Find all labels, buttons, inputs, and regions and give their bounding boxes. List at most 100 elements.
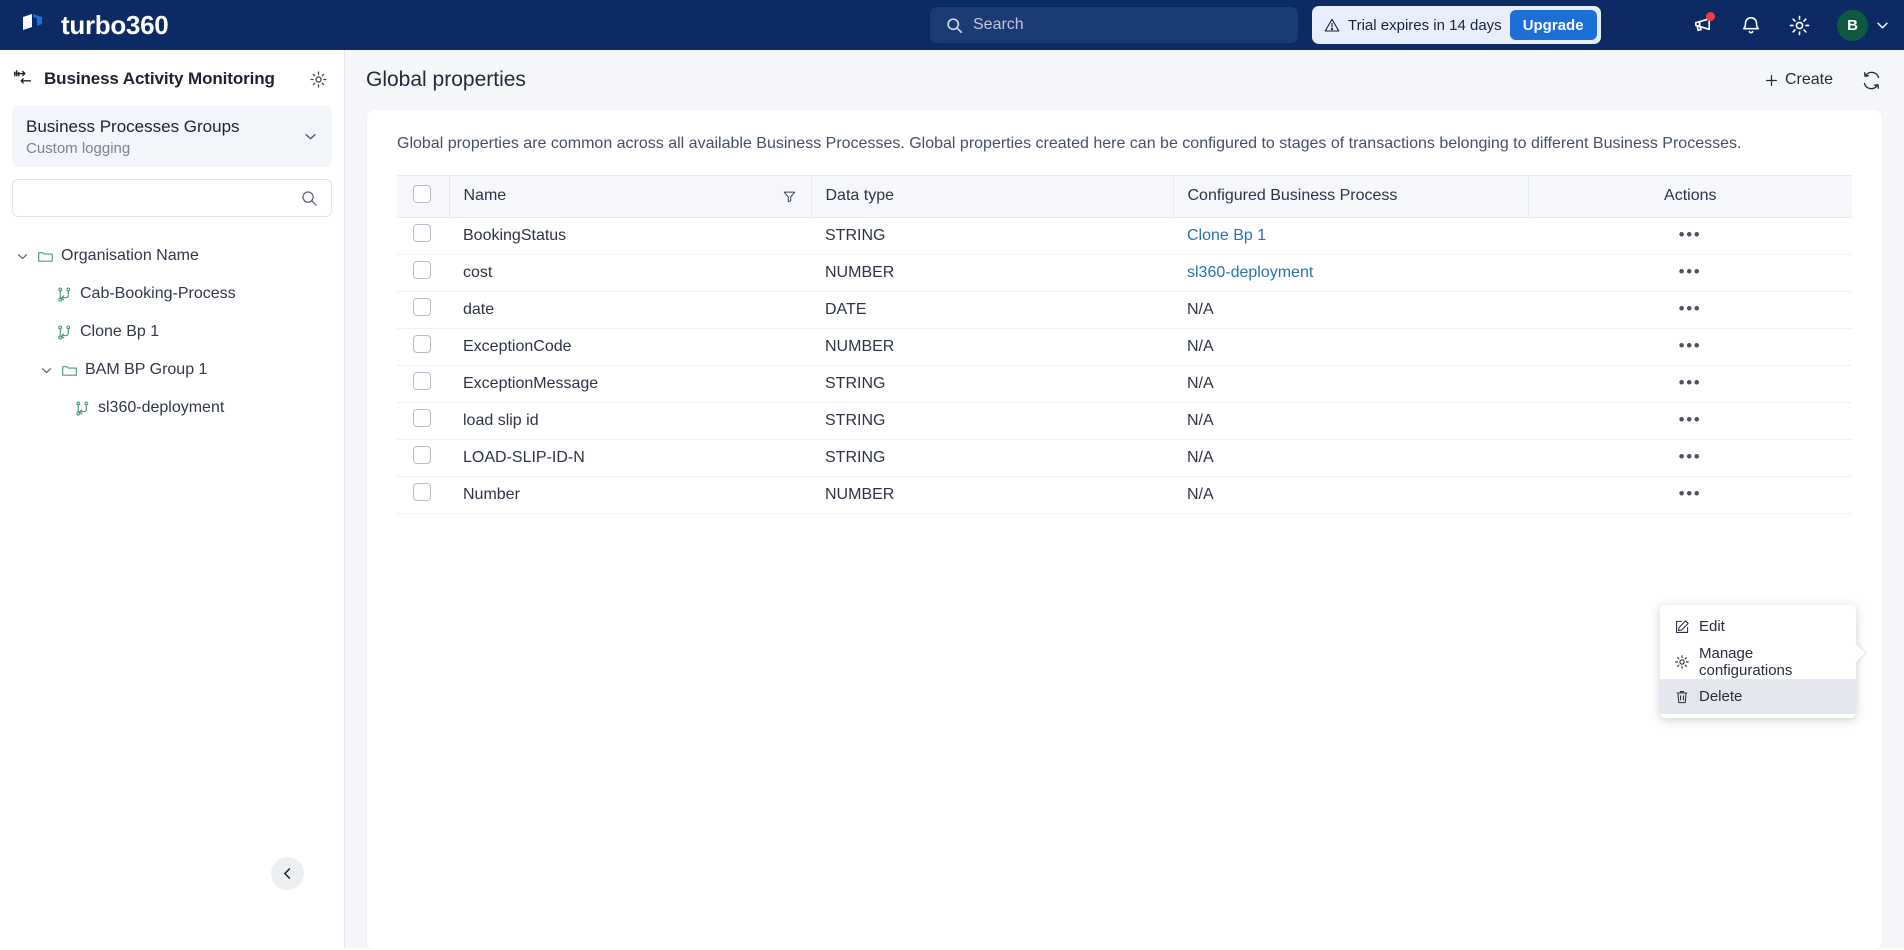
cell-actions: •••	[1528, 328, 1852, 366]
sidebar-collapse-button[interactable]	[271, 857, 304, 890]
column-header-name-label: Name	[463, 187, 507, 205]
bell-icon[interactable]	[1740, 14, 1762, 36]
tree-item-clone-bp-1[interactable]: Clone Bp 1	[0, 313, 344, 351]
row-checkbox[interactable]	[413, 446, 431, 465]
table-row[interactable]: ExceptionCode NUMBER N/A •••	[397, 328, 1852, 366]
tree-item-organisation-name[interactable]: Organisation Name	[0, 237, 344, 275]
chevron-down-icon[interactable]	[303, 129, 318, 144]
table-row[interactable]: ExceptionMessage STRING N/A •••	[397, 365, 1852, 403]
sidebar-search-input[interactable]	[12, 179, 332, 218]
row-select-cell	[397, 217, 449, 255]
brand[interactable]: turbo360	[0, 10, 169, 41]
column-header-configured-business-process[interactable]: Configured Business Process	[1173, 174, 1529, 218]
business-process-group-selector[interactable]: Business Processes Groups Custom logging	[12, 106, 332, 168]
cell-data-type: STRING	[811, 439, 1173, 477]
global-properties-table: Name Data type Configured Business Proce…	[397, 174, 1852, 514]
group-title: Business Processes Groups	[26, 117, 240, 136]
cell-configured-business-process: N/A	[1173, 328, 1528, 366]
row-actions-menu-button[interactable]: •••	[1679, 485, 1702, 502]
table-row[interactable]: LOAD-SLIP-ID-N STRING N/A •••	[397, 439, 1852, 477]
table-row[interactable]: Number NUMBER N/A •••	[397, 476, 1852, 514]
page-description: Global properties are common across all …	[397, 135, 1742, 152]
row-checkbox[interactable]	[413, 298, 431, 317]
refresh-icon[interactable]	[1861, 70, 1882, 91]
create-button-label: Create	[1784, 71, 1833, 88]
row-checkbox[interactable]	[413, 224, 431, 243]
main-content: Global properties Create Global properti…	[345, 50, 1904, 950]
upgrade-button[interactable]: Upgrade	[1509, 10, 1597, 40]
folder-icon	[37, 248, 54, 265]
context-menu-item-label: Manage configurations	[1699, 644, 1793, 679]
turbo360-logo-icon	[18, 10, 48, 40]
row-checkbox[interactable]	[413, 483, 431, 502]
cell-actions: •••	[1528, 365, 1852, 403]
business-process-link[interactable]: sl360-deployment	[1187, 264, 1313, 281]
row-actions-menu-button[interactable]: •••	[1679, 448, 1702, 465]
column-header-name[interactable]: Name	[449, 174, 812, 218]
tree-item-label: Organisation Name	[61, 247, 199, 265]
cell-name: ExceptionCode	[449, 328, 811, 366]
cell-name: ExceptionMessage	[449, 365, 811, 403]
cell-configured-business-process: Clone Bp 1	[1173, 217, 1528, 255]
cell-configured-business-process: N/A	[1173, 476, 1528, 514]
process-icon	[74, 400, 91, 417]
process-icon	[56, 324, 73, 341]
table-row[interactable]: cost NUMBER sl360-deployment •••	[397, 254, 1852, 292]
cell-data-type: STRING	[811, 365, 1173, 403]
chevron-down-icon[interactable]	[16, 250, 30, 263]
tree-item-sl360-deployment[interactable]: sl360-deployment	[0, 389, 344, 427]
trash-icon	[1674, 689, 1690, 705]
tree-item-cab-booking-process[interactable]: Cab-Booking-Process	[0, 275, 344, 313]
cell-data-type: STRING	[811, 217, 1173, 255]
cell-name: cost	[449, 254, 811, 292]
cell-name: BookingStatus	[449, 217, 811, 255]
chevron-down-icon[interactable]	[40, 364, 54, 377]
sidebar-header: Business Activity Monitoring	[0, 50, 344, 90]
cell-name: date	[449, 291, 811, 329]
row-select-cell	[397, 439, 449, 477]
chevron-down-icon[interactable]	[1875, 18, 1890, 33]
table-row[interactable]: load slip id STRING N/A •••	[397, 402, 1852, 440]
table-row[interactable]: date DATE N/A •••	[397, 291, 1852, 329]
trial-banner: Trial expires in 14 days Upgrade	[1312, 6, 1601, 44]
row-actions-menu-button[interactable]: •••	[1679, 300, 1702, 317]
row-checkbox[interactable]	[413, 409, 431, 428]
row-checkbox[interactable]	[413, 372, 431, 391]
row-checkbox[interactable]	[413, 261, 431, 280]
context-menu-item-edit[interactable]: Edit	[1660, 609, 1856, 644]
cell-configured-business-process: sl360-deployment	[1173, 254, 1528, 292]
search-icon	[301, 190, 318, 207]
select-all-checkbox[interactable]	[413, 184, 431, 203]
gear-icon[interactable]	[1788, 14, 1811, 37]
context-menu-item-label: Edit	[1699, 618, 1725, 635]
warning-icon	[1324, 17, 1340, 33]
avatar[interactable]: B	[1837, 9, 1868, 41]
row-actions-menu-button[interactable]: •••	[1679, 337, 1702, 354]
cell-configured-business-process: N/A	[1173, 439, 1528, 477]
filter-icon[interactable]	[782, 189, 797, 204]
row-select-cell	[397, 254, 449, 292]
edit-icon	[1674, 619, 1690, 635]
row-checkbox[interactable]	[413, 335, 431, 354]
row-actions-menu-button[interactable]: •••	[1679, 374, 1702, 391]
group-subtitle: Custom logging	[26, 140, 131, 158]
main-header: Global properties Create	[345, 50, 1904, 110]
row-actions-menu-button[interactable]: •••	[1679, 263, 1702, 280]
business-activity-monitoring-icon	[12, 68, 34, 90]
sidebar-settings-gear-icon[interactable]	[309, 70, 328, 89]
context-menu-item-manage-configurations[interactable]: Manage configurations	[1660, 644, 1856, 679]
business-process-link[interactable]: Clone Bp 1	[1187, 227, 1266, 244]
context-menu-item-delete[interactable]: Delete	[1660, 679, 1856, 714]
sidebar: Business Activity Monitoring Business Pr…	[0, 50, 345, 948]
create-button[interactable]: Create	[1764, 71, 1833, 89]
cell-configured-business-process: N/A	[1173, 291, 1528, 329]
table-row[interactable]: BookingStatus STRING Clone Bp 1 •••	[397, 217, 1852, 255]
column-header-data-type[interactable]: Data type	[811, 174, 1174, 218]
column-header-actions: Actions	[1528, 174, 1852, 218]
tree-item-bam-bp-group-1[interactable]: BAM BP Group 1	[0, 351, 344, 389]
table-body: BookingStatus STRING Clone Bp 1 ••• cost…	[397, 217, 1852, 514]
row-actions-menu-button[interactable]: •••	[1679, 226, 1702, 243]
announcement-icon[interactable]	[1691, 11, 1715, 37]
row-actions-menu-button[interactable]: •••	[1679, 411, 1702, 428]
global-search-input[interactable]: Search	[930, 7, 1298, 43]
